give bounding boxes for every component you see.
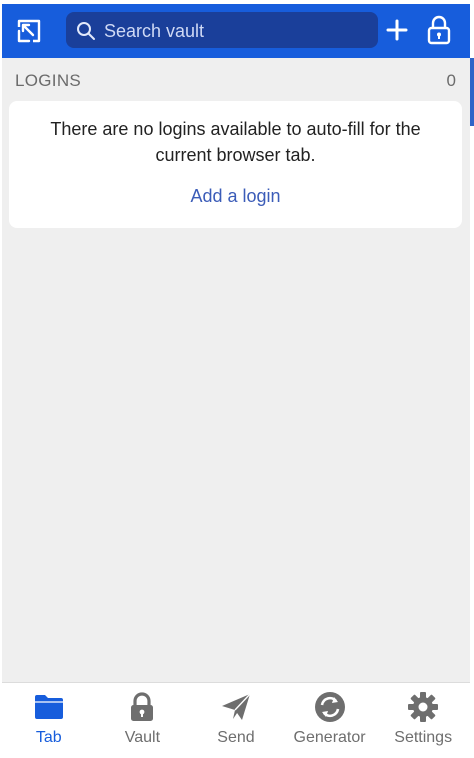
logins-count: 0 (446, 71, 456, 90)
logins-section-header: LOGINS 0 (2, 58, 470, 104)
tab-label: Send (217, 729, 255, 746)
add-item-button[interactable] (382, 14, 412, 46)
empty-logins-card: There are no logins available to auto-fi… (9, 101, 462, 228)
plus-icon (386, 19, 408, 41)
background-page-edge (470, 0, 474, 758)
tab-label: Settings (394, 729, 453, 746)
tab-current-tab[interactable]: Tab (2, 683, 96, 752)
refresh-icon (314, 692, 345, 722)
header-bar (2, 4, 470, 58)
search-icon (77, 22, 95, 40)
search-box[interactable] (66, 12, 378, 50)
logins-section-title: LOGINS (15, 71, 82, 90)
no-logins-message: There are no logins available to auto-fi… (50, 119, 421, 165)
lock-icon (131, 692, 154, 721)
tab-vault[interactable]: Vault (96, 683, 190, 752)
tab-settings[interactable]: Settings (376, 683, 470, 752)
paper-plane-icon (221, 693, 251, 720)
tab-label: Vault (124, 729, 161, 746)
tab-label: Tab (35, 729, 62, 746)
tab-send[interactable]: Send (189, 683, 283, 752)
pop-out-button[interactable] (13, 15, 45, 47)
search-input[interactable] (102, 12, 376, 50)
tab-label: Generator (293, 729, 366, 746)
folder-icon (34, 695, 63, 719)
add-login-link[interactable]: Add a login (190, 186, 280, 207)
lock-vault-button[interactable] (422, 13, 456, 47)
background-page-accent (470, 58, 474, 126)
lock-icon (427, 15, 451, 45)
bottom-tab-bar: Tab Vault Send Generator Settings (2, 682, 470, 752)
tab-generator[interactable]: Generator (283, 683, 377, 752)
gear-icon (408, 692, 439, 722)
pop-out-icon (17, 19, 41, 43)
extension-popup: LOGINS 0 There are no logins available t… (2, 4, 470, 752)
